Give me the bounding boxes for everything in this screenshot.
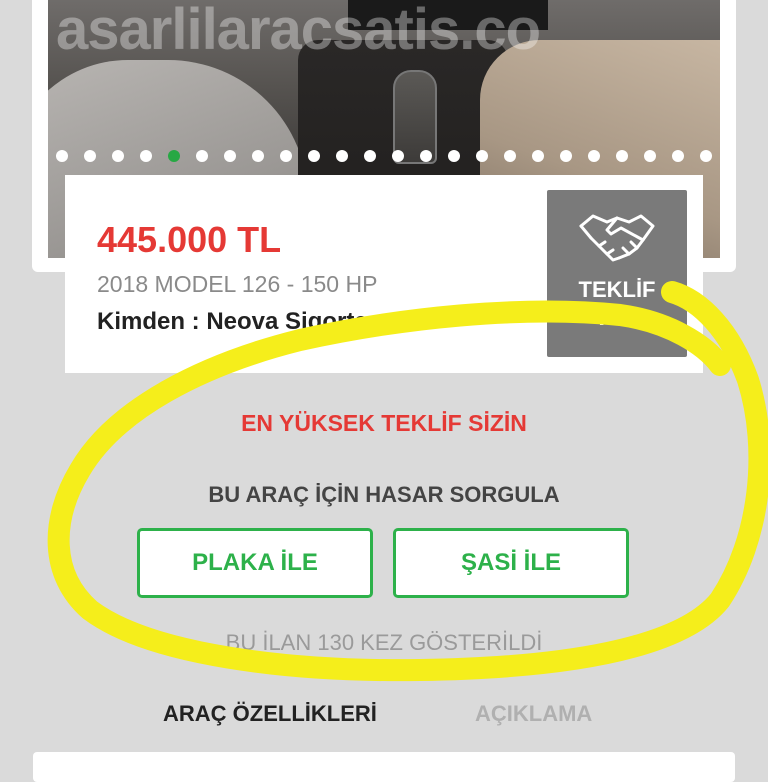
details-card xyxy=(33,752,735,782)
pagination-dot[interactable] xyxy=(420,150,432,162)
pagination-dot[interactable] xyxy=(140,150,152,162)
pagination-dot[interactable] xyxy=(364,150,376,162)
highest-bid-status: EN YÜKSEK TEKLİF SİZİN xyxy=(241,410,527,436)
price: 445.000 TL xyxy=(97,219,282,260)
pagination-dot-active[interactable] xyxy=(168,150,180,162)
check-by-chassis-button[interactable]: ŞASİ İLE xyxy=(393,528,629,598)
pagination-dot[interactable] xyxy=(252,150,264,162)
model-info: 2018 MODEL 126 - 150 HP xyxy=(97,271,378,297)
pagination-dot[interactable] xyxy=(56,150,68,162)
pagination-dot[interactable] xyxy=(308,150,320,162)
pagination-dot[interactable] xyxy=(616,150,628,162)
view-count: BU İLAN 130 KEZ GÖSTERİLDİ xyxy=(225,630,543,655)
gallery-pagination[interactable] xyxy=(48,147,720,165)
tab-vehicle-features[interactable]: ARAÇ ÖZELLİKLERİ xyxy=(163,701,377,727)
seller-info: Kimden : Neova Sigorta xyxy=(97,308,368,335)
pagination-dot[interactable] xyxy=(588,150,600,162)
pagination-dot[interactable] xyxy=(392,150,404,162)
pagination-dot[interactable] xyxy=(84,150,96,162)
photo-watermark: asarlilaracsatis.co xyxy=(56,0,541,62)
pagination-dot[interactable] xyxy=(476,150,488,162)
pagination-dot[interactable] xyxy=(504,150,516,162)
pagination-dot[interactable] xyxy=(532,150,544,162)
pagination-dot[interactable] xyxy=(280,150,292,162)
pagination-dot[interactable] xyxy=(672,150,684,162)
pagination-dot[interactable] xyxy=(700,150,712,162)
pagination-dot[interactable] xyxy=(560,150,572,162)
pagination-dot[interactable] xyxy=(224,150,236,162)
make-offer-label: TEKLİF VER xyxy=(578,277,656,330)
pagination-dot[interactable] xyxy=(448,150,460,162)
pagination-dot[interactable] xyxy=(196,150,208,162)
handshake-icon xyxy=(579,214,655,262)
check-by-plate-button[interactable]: PLAKA İLE xyxy=(137,528,373,598)
pagination-dot[interactable] xyxy=(336,150,348,162)
make-offer-button[interactable]: TEKLİF VER xyxy=(547,190,687,357)
pagination-dot[interactable] xyxy=(644,150,656,162)
listing-summary-card: 445.000 TL 2018 MODEL 126 - 150 HP Kimde… xyxy=(65,175,703,373)
pagination-dot[interactable] xyxy=(112,150,124,162)
tab-description[interactable]: AÇIKLAMA xyxy=(475,701,592,727)
damage-check-title: BU ARAÇ İÇİN HASAR SORGULA xyxy=(208,482,560,507)
